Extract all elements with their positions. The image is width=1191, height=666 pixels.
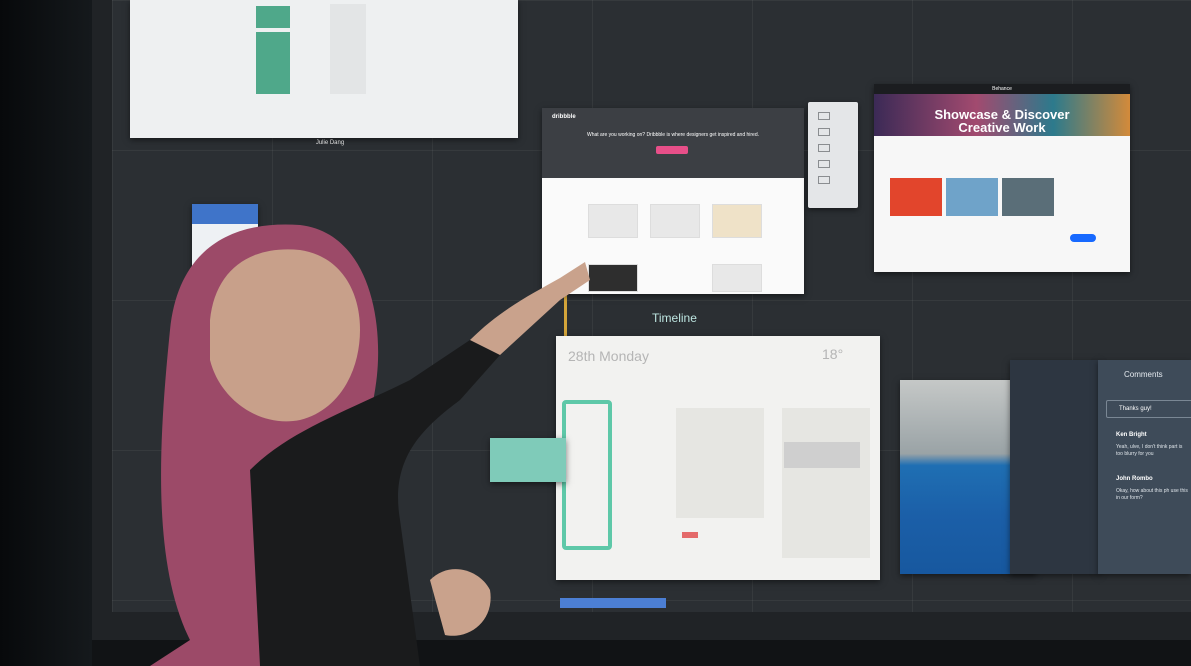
shot-thumbnail[interactable] (712, 264, 762, 292)
shared-window-julie[interactable] (130, 0, 518, 138)
project-thumbnail[interactable] (946, 178, 998, 216)
timeline-board[interactable]: 28th Monday 18° (556, 336, 880, 580)
sticky-note[interactable] (490, 438, 566, 482)
small-app-window[interactable] (192, 204, 258, 276)
tag-red (682, 532, 698, 538)
timeline-label: Timeline (652, 311, 697, 325)
green-card (256, 6, 290, 28)
display-stand (92, 640, 1191, 666)
tool-palette[interactable] (808, 102, 858, 208)
tool-icon[interactable] (818, 112, 830, 120)
comment-author: John Rombo (1116, 476, 1153, 482)
comment-text: Okay, how about this ph use this in our … (1116, 488, 1188, 501)
comments-window-frame (1010, 360, 1100, 574)
dribbble-logo: dribbble (552, 114, 576, 120)
timeline-date: 28th Monday (568, 348, 649, 364)
tool-icon[interactable] (818, 144, 830, 152)
tool-icon[interactable] (818, 128, 830, 136)
shot-thumbnail[interactable] (712, 204, 762, 238)
comment-input[interactable]: Thanks guy! (1106, 400, 1191, 418)
shot-thumbnail[interactable] (650, 204, 700, 238)
window-owner-label: Julie Dang (315, 140, 345, 146)
behance-hero: Showcase & Discover Creative Work (874, 94, 1130, 136)
signup-button[interactable] (656, 146, 688, 154)
behance-hero-title: Showcase & Discover Creative Work (874, 108, 1130, 134)
hand-drawn-bracket (562, 400, 612, 550)
follow-button[interactable] (1070, 234, 1096, 242)
shot-thumbnail[interactable] (588, 264, 638, 292)
project-thumbnail[interactable] (890, 178, 942, 216)
app-taskbar-item[interactable] (560, 598, 666, 608)
dribbble-headline: What are you working on? Dribbble is whe… (586, 132, 760, 138)
list-panel (330, 4, 366, 94)
behance-brand: Behance (874, 84, 1130, 94)
project-thumbnail[interactable] (1002, 178, 1054, 216)
hero-title-line: Creative Work (958, 120, 1046, 135)
dribbble-window[interactable]: dribbble What are you working on? Dribbb… (542, 108, 804, 294)
small-app-header (192, 204, 258, 224)
shot-thumbnail[interactable] (588, 204, 638, 238)
comment-text: Yeah, ulve, I don't think part is too bl… (1116, 444, 1183, 457)
comment-author: Ken Bright (1116, 432, 1147, 438)
dribbble-header: dribbble What are you working on? Dribbb… (542, 108, 804, 178)
room-background (0, 0, 92, 666)
green-card (256, 32, 290, 94)
comments-title: Comments (1124, 370, 1163, 379)
tool-icon[interactable] (818, 160, 830, 168)
image-strip (784, 442, 860, 468)
comments-panel[interactable]: Comments Thanks guy! Ken Bright Yeah, ul… (1098, 360, 1191, 574)
note-card[interactable] (782, 408, 870, 558)
behance-window[interactable]: Behance Showcase & Discover Creative Wor… (874, 84, 1130, 272)
touch-display-screen: Julie Dang dribbble What are you working… (112, 0, 1191, 612)
note-card[interactable] (676, 408, 764, 518)
weather-temperature: 18° (822, 346, 844, 362)
tool-icon[interactable] (818, 176, 830, 184)
